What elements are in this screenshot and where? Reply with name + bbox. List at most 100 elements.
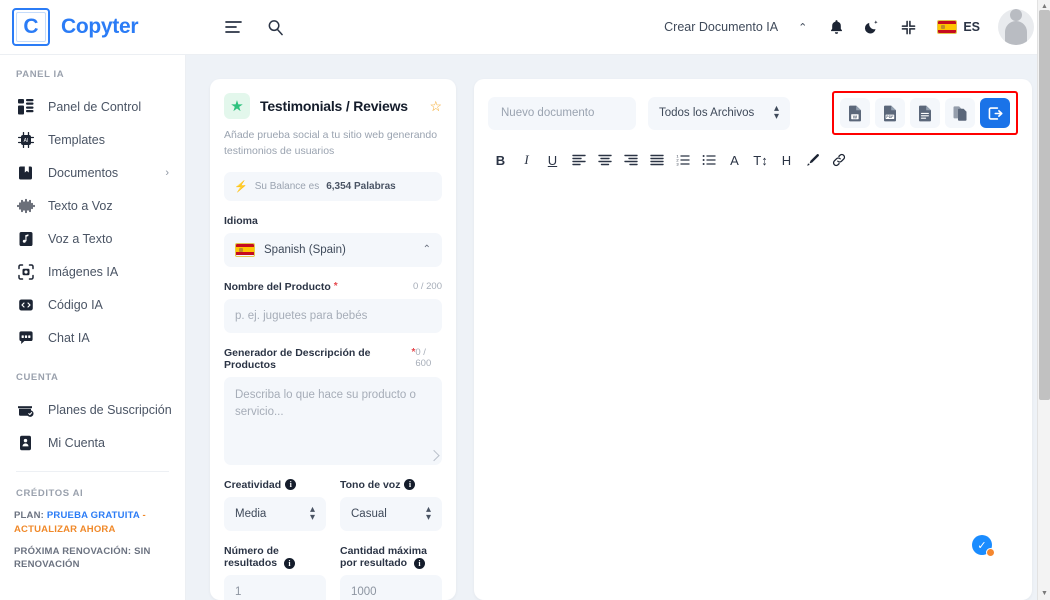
italic-icon[interactable]: I — [514, 148, 539, 172]
export-text-button[interactable] — [910, 98, 940, 128]
app-root: C Copyter Crear Documento IA ⌃ ES PANEL … — [0, 0, 1050, 600]
info-icon[interactable]: i — [414, 557, 426, 569]
chat-icon — [16, 328, 35, 347]
stepper-icon: ▴ ▾ — [309, 503, 315, 523]
font-size-icon[interactable]: T↕ — [748, 148, 773, 172]
language-label: Idioma — [224, 214, 258, 227]
underline-icon[interactable]: U — [540, 148, 565, 172]
stepper-icon: ▴ ▾ — [773, 103, 779, 122]
brand-logo[interactable]: C Copyter — [12, 8, 190, 46]
scroll-down-arrow-icon[interactable]: ▼ — [1038, 587, 1050, 600]
search-icon[interactable] — [258, 10, 292, 44]
creativity-value: Media — [235, 507, 267, 520]
results-count-input[interactable]: 1 — [224, 574, 326, 600]
chip-ai-icon: AI — [16, 130, 35, 149]
document-name-input[interactable]: Nuevo documento — [488, 96, 636, 130]
documents-icon — [16, 163, 35, 182]
file-filter-select[interactable]: Todos los Archivos ▴ ▾ — [648, 96, 790, 130]
creativity-label-text: Creatividad — [224, 478, 282, 491]
heading-icon[interactable]: H — [774, 148, 799, 172]
export-word-button[interactable]: W — [840, 98, 870, 128]
unordered-list-icon[interactable] — [696, 148, 721, 172]
align-center-icon[interactable] — [592, 148, 617, 172]
sidebar-item-texto-a-voz[interactable]: Texto a Voz — [0, 189, 185, 222]
editor-content-area[interactable] — [488, 172, 1018, 512]
sidebar-item-chat-ia[interactable]: Chat IA — [0, 321, 185, 354]
dashboard-icon — [16, 97, 35, 116]
sidebar-item-voz-a-texto[interactable]: Voz a Texto — [0, 222, 185, 255]
highlight-icon[interactable] — [800, 148, 825, 172]
svg-text:PDF: PDF — [886, 115, 894, 119]
menu-lines-icon[interactable] — [216, 10, 250, 44]
export-pdf-button[interactable]: PDF — [875, 98, 905, 128]
results-count-label-text: Número de resultados — [224, 544, 279, 569]
max-length-input[interactable]: 1000 — [340, 574, 442, 600]
sidebar-item-panel-de-control[interactable]: Panel de Control — [0, 90, 185, 123]
bell-icon[interactable] — [819, 10, 853, 44]
top-header: C Copyter Crear Documento IA ⌃ ES — [0, 0, 1050, 55]
product-name-input[interactable]: p. ej. juguetes para bebés — [224, 298, 442, 333]
info-icon[interactable]: i — [284, 557, 296, 569]
header-left-icons — [216, 10, 292, 44]
sidebar-section-panel: PANEL IA — [16, 69, 65, 80]
align-left-icon[interactable] — [566, 148, 591, 172]
star-filled-icon: ★ — [224, 93, 250, 119]
svg-text:W: W — [853, 114, 858, 119]
upgrade-link[interactable]: ACTUALIZAR AHORA — [14, 524, 116, 535]
sidebar-item-label: Documentos — [48, 165, 119, 180]
sidebar-section-credits: CRÉDITOS AI — [16, 488, 84, 499]
creativity-select[interactable]: Media ▴ ▾ — [224, 496, 326, 531]
chevron-up-icon: ⌃ — [422, 244, 431, 255]
language-selector[interactable]: ES — [927, 20, 990, 34]
code-icon — [16, 295, 35, 314]
sidebar-item-documentos[interactable]: Documentos › — [0, 156, 185, 189]
sidebar-item-planes-de-suscripcion[interactable]: Planes de Suscripción — [0, 393, 185, 426]
sidebar-item-imagenes-ia[interactable]: Imágenes IA — [0, 255, 185, 288]
tone-select[interactable]: Casual ▴ ▾ — [340, 496, 442, 531]
product-description-textarea[interactable]: Describa lo que hace su producto o servi… — [224, 376, 442, 465]
info-icon[interactable]: i — [285, 478, 297, 490]
creativity-label: Creatividad i — [224, 478, 326, 491]
star-outline-icon[interactable]: ☆ — [429, 98, 442, 115]
plan-value: PRUEBA GRATUITA — [46, 510, 140, 521]
check-badge-icon[interactable]: ✓ — [972, 535, 995, 557]
align-justify-icon[interactable] — [644, 148, 669, 172]
sidebar-item-label: Templates — [48, 132, 105, 147]
sidebar-item-templates[interactable]: AI Templates — [0, 123, 185, 156]
font-color-icon[interactable]: A — [722, 148, 747, 172]
bold-icon[interactable]: B — [488, 148, 513, 172]
sidebar-item-mi-cuenta[interactable]: Mi Cuenta — [0, 426, 185, 459]
chevron-up-icon[interactable]: ⌃ — [788, 21, 817, 34]
align-right-icon[interactable] — [618, 148, 643, 172]
creativity-tone-row: Creatividad i Media ▴ ▾ Tono de voz i Ca… — [224, 465, 442, 531]
sidebar-item-label: Código IA — [48, 297, 103, 312]
sidebar-item-label: Voz a Texto — [48, 231, 113, 246]
product-description-label: Generador de Descripción de Productos * … — [224, 347, 442, 371]
sidebar-item-label: Mi Cuenta — [48, 435, 105, 450]
results-count-label: Número de resultados i — [224, 545, 326, 569]
sidebar: PANEL IA Panel de Control AI Templates D… — [0, 55, 186, 600]
editor-formatting-toolbar: B I U 123 A T↕ H — [488, 148, 1018, 172]
product-name-label: Nombre del Producto * 0 / 200 — [224, 281, 442, 293]
renewal-line: PRÓXIMA RENOVACIÓN: SIN RENOVACIÓN — [14, 545, 151, 571]
save-document-button[interactable] — [980, 98, 1010, 128]
create-document-link[interactable]: Crear Documento IA — [656, 20, 786, 34]
compress-icon[interactable] — [891, 10, 925, 44]
scrollbar-thumb[interactable] — [1039, 10, 1050, 400]
page-scrollbar[interactable]: ▲ ▼ — [1037, 0, 1050, 600]
copy-document-button[interactable] — [945, 98, 975, 128]
export-buttons-group: W PDF — [832, 91, 1018, 135]
stepper-icon: ▴ ▾ — [425, 503, 431, 523]
language-select[interactable]: Spanish (Spain) ⌃ — [224, 232, 442, 267]
spain-flag-icon — [937, 20, 958, 34]
sidebar-item-codigo-ia[interactable]: Código IA — [0, 288, 185, 321]
waveform-icon — [16, 196, 35, 215]
avatar[interactable] — [998, 9, 1034, 45]
info-icon[interactable]: i — [404, 478, 416, 490]
image-ai-icon — [16, 262, 35, 281]
file-filter-value: Todos los Archivos — [659, 107, 755, 119]
moon-icon[interactable] — [855, 10, 889, 44]
main-content: ★ Testimonials / Reviews ☆ Añade prueba … — [186, 55, 1050, 600]
ordered-list-icon[interactable]: 123 — [670, 148, 695, 172]
link-icon[interactable] — [826, 148, 851, 172]
